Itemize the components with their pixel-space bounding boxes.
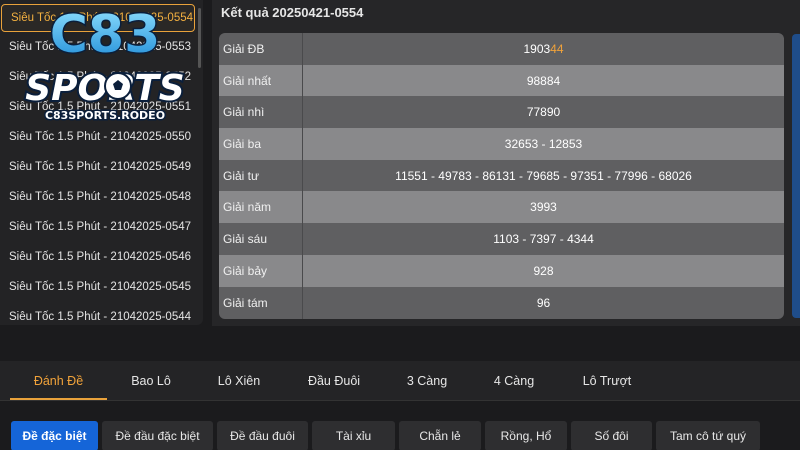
prize-row: Giải nhì 77890	[219, 96, 784, 128]
prize-name: Giải ĐB	[219, 33, 303, 65]
prize-value: 928	[533, 264, 554, 278]
prize-row: Giải bảy 928	[219, 255, 784, 287]
prize-name: Giải tám	[219, 287, 303, 319]
bet-subtype-bar: Đề đặc biệt Đề đầu đặc biệt Đề đầu đuôi …	[0, 401, 800, 450]
tab-lo-xien[interactable]: Lô Xiên	[195, 361, 283, 401]
prize-name: Giải tư	[219, 160, 303, 191]
prize-row: Giải ba 32653 - 12853	[219, 128, 784, 160]
prize-row: Giải tư 11551 - 49783 - 86131 - 79685 - …	[219, 160, 784, 191]
subtab-de-dac-biet[interactable]: Đề đặc biệt	[11, 421, 98, 450]
result-title: Kết quả 20250421-0554	[221, 5, 364, 20]
tab-3-cang[interactable]: 3 Càng	[385, 361, 469, 401]
prize-name: Giải bảy	[219, 255, 303, 287]
prize-value: 1103 - 7397 - 4344	[493, 232, 594, 246]
draw-item[interactable]: Siêu Tốc 1.5 Phút - 21042025-0544	[0, 302, 203, 325]
prize-value: 3993	[530, 200, 557, 214]
prize-row: Giải sáu 1103 - 7397 - 4344	[219, 223, 784, 255]
prize-row: Giải năm 3993	[219, 191, 784, 223]
tab-4-cang[interactable]: 4 Càng	[469, 361, 559, 401]
subtab-tam-co-tu-quy[interactable]: Tam cô tứ quý	[656, 421, 760, 450]
bet-type-tabbar: Đánh Đề Bao Lô Lô Xiên Đầu Đuôi 3 Càng 4…	[0, 361, 800, 401]
active-tab-underline	[10, 398, 107, 400]
draw-item[interactable]: Siêu Tốc 1.5 Phút - 21042025-0547	[0, 212, 203, 242]
scrollbar[interactable]	[198, 8, 201, 68]
tab-bao-lo[interactable]: Bao Lô	[107, 361, 195, 401]
prize-value-special: 190344	[303, 42, 784, 56]
prize-row: Giải tám 96	[219, 287, 784, 319]
prize-name: Giải sáu	[219, 223, 303, 255]
special-highlight-digits: 44	[550, 42, 564, 56]
c83sports-logo: C83 SPORTS C83SPORTS.RODEO	[23, 4, 187, 124]
prize-value: 11551 - 49783 - 86131 - 79685 - 97351 - …	[395, 168, 692, 183]
prize-row: Giải nhất 98884	[219, 65, 784, 96]
subtab-tai-xiu[interactable]: Tài xỉu	[312, 421, 395, 450]
prize-value: 77890	[526, 105, 561, 119]
draw-item[interactable]: Siêu Tốc 1.5 Phút - 21042025-0545	[0, 272, 203, 302]
subtab-de-dau-duoi[interactable]: Đề đầu đuôi	[217, 421, 308, 450]
draw-item[interactable]: Siêu Tốc 1.5 Phút - 21042025-0549	[0, 152, 203, 182]
subtab-rong-ho[interactable]: Rồng, Hổ	[485, 421, 567, 450]
prize-value: 32653 - 12853	[504, 137, 583, 151]
logo-domain-text: C83SPORTS.RODEO	[45, 109, 165, 122]
result-table: Giải ĐB 190344 190344 Giải nhất 98884 Gi…	[219, 33, 784, 319]
subtab-so-doi[interactable]: Số đôi	[571, 421, 652, 450]
prize-name: Giải ba	[219, 128, 303, 160]
subtab-chan-le[interactable]: Chẵn lẻ	[399, 421, 481, 450]
tab-lo-truot[interactable]: Lô Trượt	[559, 361, 655, 401]
prize-value: 96	[536, 296, 551, 310]
prize-value: 98884	[526, 73, 561, 88]
tab-danh-de[interactable]: Đánh Đề	[10, 361, 107, 401]
draw-item[interactable]: Siêu Tốc 1.5 Phút - 21042025-0548	[0, 182, 203, 212]
tab-dau-duoi[interactable]: Đầu Đuôi	[283, 361, 385, 401]
prize-name: Giải nhất	[219, 65, 303, 96]
prize-row-special: Giải ĐB 190344 190344	[219, 33, 784, 65]
logo-main-text: C83	[50, 5, 161, 65]
special-plain-digits: 1903	[523, 42, 551, 56]
side-panel-edge	[792, 34, 800, 318]
draw-item[interactable]: Siêu Tốc 1.5 Phút - 21042025-0546	[0, 242, 203, 272]
prize-name: Giải nhì	[219, 96, 303, 128]
subtab-de-dau-dac-biet[interactable]: Đề đầu đặc biệt	[102, 421, 213, 450]
prize-name: Giải năm	[219, 191, 303, 223]
